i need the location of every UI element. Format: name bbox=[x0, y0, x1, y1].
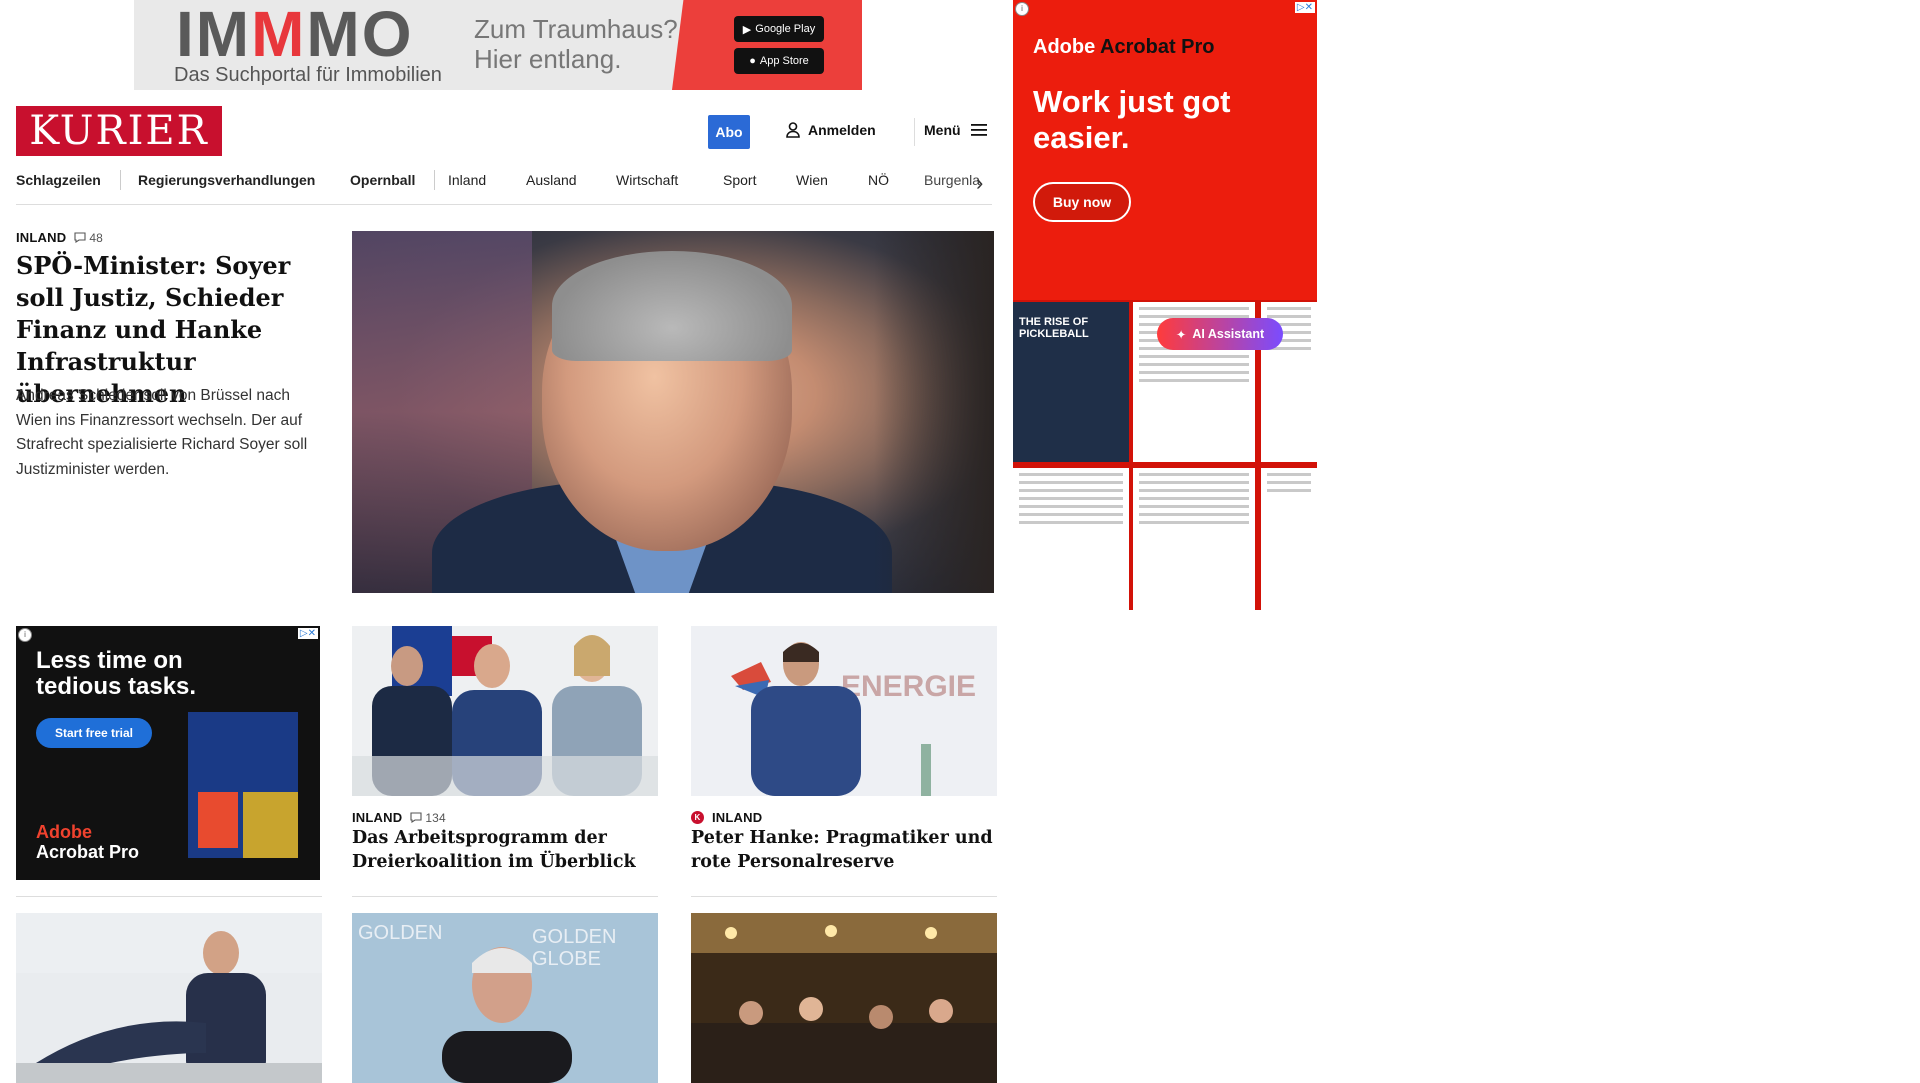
ad-choices-icon[interactable]: ▷✕ bbox=[1294, 2, 1315, 13]
card-headline[interactable]: Das Arbeitsprogramm der Dreierkoalition … bbox=[352, 826, 662, 874]
nav-item-regierungsverhandlungen[interactable]: Regierungsverhandlungen bbox=[138, 172, 315, 188]
card-comments[interactable]: 134 bbox=[410, 811, 446, 825]
right-ad-brand: Adobe Acrobat Pro bbox=[1033, 36, 1215, 58]
nav-item-sport[interactable]: Sport bbox=[723, 172, 756, 188]
svg-text:GOLDEN: GOLDEN bbox=[532, 926, 616, 948]
comment-icon bbox=[410, 812, 422, 823]
mid-ad-document-preview bbox=[188, 712, 298, 858]
app-store-button[interactable]: ● App Store bbox=[734, 48, 824, 74]
card-category: K INLAND bbox=[691, 810, 762, 825]
golden-globe-image[interactable]: GOLDEN GLOBE GOLDEN bbox=[352, 913, 658, 1083]
restaurant-image[interactable] bbox=[691, 913, 997, 1083]
card-divider bbox=[691, 896, 997, 897]
mid-ad-brand: Adobe Acrobat Pro bbox=[36, 822, 140, 862]
nav-divider bbox=[120, 170, 121, 190]
ad-info-icon[interactable]: i bbox=[18, 628, 32, 642]
ad-info-icon[interactable]: i bbox=[1015, 2, 1029, 16]
menu-label: Menü bbox=[924, 122, 961, 138]
nav-item-ausland[interactable]: Ausland bbox=[526, 172, 577, 188]
card-comment-count: 134 bbox=[425, 810, 446, 825]
nav-item-wien[interactable]: Wien bbox=[796, 172, 828, 188]
acrobat-sidebar-ad[interactable]: i ▷✕ Adobe Acrobat Pro Work just got eas… bbox=[1013, 0, 1317, 610]
interview-photo bbox=[16, 913, 322, 1083]
coalition-photo bbox=[352, 626, 658, 796]
menu-button[interactable]: Menü bbox=[924, 122, 987, 138]
golden-globe-photo: GOLDEN GLOBE GOLDEN bbox=[352, 913, 658, 1083]
hamburger-icon bbox=[970, 124, 987, 136]
card-category-label[interactable]: INLAND bbox=[352, 810, 402, 825]
nav-item-schlagzeilen[interactable]: Schlagzeilen bbox=[16, 172, 101, 188]
nav-divider bbox=[434, 170, 435, 190]
immmo-logo: IMMMO bbox=[176, 0, 414, 70]
acrobat-inline-ad[interactable]: i ▷✕ Less time on tedious tasks. Start f… bbox=[16, 626, 320, 880]
start-trial-button[interactable]: Start free trial bbox=[36, 718, 152, 748]
card-category: INLAND 134 bbox=[352, 810, 446, 825]
login-label: Anmelden bbox=[808, 122, 876, 138]
banner-ad-tagline: Das Suchportal für Immobilien bbox=[174, 64, 442, 86]
doc-page bbox=[1133, 468, 1255, 610]
svg-text:ENERGIE: ENERGIE bbox=[841, 670, 976, 703]
chevron-right-icon[interactable]: › bbox=[976, 170, 983, 196]
sparkle-icon: ✦ bbox=[1175, 327, 1187, 342]
lead-category: INLAND 48 bbox=[16, 230, 103, 245]
nav-item-burgenland[interactable]: Burgenla bbox=[924, 172, 980, 188]
lead-comments[interactable]: 48 bbox=[74, 231, 103, 245]
ai-assistant-pill[interactable]: ✦ AI Assistant bbox=[1157, 318, 1283, 350]
nav-item-noe[interactable]: NÖ bbox=[868, 172, 889, 188]
ai-assistant-label: AI Assistant bbox=[1192, 327, 1265, 341]
card-category-label[interactable]: INLAND bbox=[712, 810, 762, 825]
nav-item-inland[interactable]: Inland bbox=[448, 172, 486, 188]
svg-text:GLOBE: GLOBE bbox=[532, 948, 601, 970]
lead-teaser[interactable]: Andreas Schieder soll von Brüssel nach W… bbox=[16, 384, 326, 482]
premium-badge-icon: K bbox=[691, 811, 704, 824]
hanke-image[interactable]: ENERGIE bbox=[691, 626, 997, 796]
abo-button[interactable]: Abo bbox=[708, 115, 750, 149]
doc-page-cover: THE RISE OF PICKLEBALL bbox=[1013, 302, 1129, 462]
nav-item-opernball[interactable]: Opernball bbox=[350, 172, 415, 188]
buy-now-button[interactable]: Buy now bbox=[1033, 182, 1131, 222]
lead-category-label[interactable]: INLAND bbox=[16, 230, 66, 245]
hanke-photo: ENERGIE bbox=[691, 626, 997, 796]
mid-ad-headline: Less time on tedious tasks. bbox=[36, 647, 197, 700]
header-divider bbox=[914, 118, 915, 146]
svg-text:GOLDEN: GOLDEN bbox=[358, 922, 442, 944]
login-button[interactable]: Anmelden bbox=[786, 122, 876, 138]
right-ad-headline: Work just got easier. bbox=[1033, 84, 1231, 155]
play-icon: ▶ bbox=[742, 23, 752, 36]
google-play-button[interactable]: ▶ Google Play bbox=[734, 16, 824, 42]
section-nav: Schlagzeilen Regierungsverhandlungen Ope… bbox=[16, 168, 992, 205]
doc-page bbox=[1261, 468, 1317, 610]
lead-image[interactable] bbox=[352, 231, 994, 593]
card-divider bbox=[352, 896, 658, 897]
lead-image-shadow bbox=[874, 231, 994, 593]
comment-icon bbox=[74, 232, 86, 243]
interview-image[interactable] bbox=[16, 913, 322, 1083]
banner-ad-red-panel bbox=[672, 0, 862, 90]
coalition-image[interactable] bbox=[352, 626, 658, 796]
banner-ad[interactable]: IMMMO Das Suchportal für Immobilien Zum … bbox=[134, 0, 862, 90]
lead-image-hair bbox=[552, 251, 792, 361]
apple-icon: ● bbox=[749, 55, 756, 67]
restaurant-photo bbox=[691, 913, 997, 1083]
card-headline[interactable]: Peter Hanke: Pragmatiker und rote Person… bbox=[691, 826, 1001, 874]
user-icon bbox=[786, 122, 800, 138]
card-divider bbox=[16, 896, 322, 897]
ad-choices-icon[interactable]: ▷✕ bbox=[297, 628, 318, 639]
site-logo[interactable]: KURIER bbox=[16, 106, 222, 156]
doc-page bbox=[1013, 468, 1129, 610]
banner-ad-slogan: Zum Traumhaus? Hier entlang. bbox=[474, 14, 678, 74]
lead-comment-count: 48 bbox=[89, 230, 104, 245]
nav-item-wirtschaft[interactable]: Wirtschaft bbox=[616, 172, 678, 188]
